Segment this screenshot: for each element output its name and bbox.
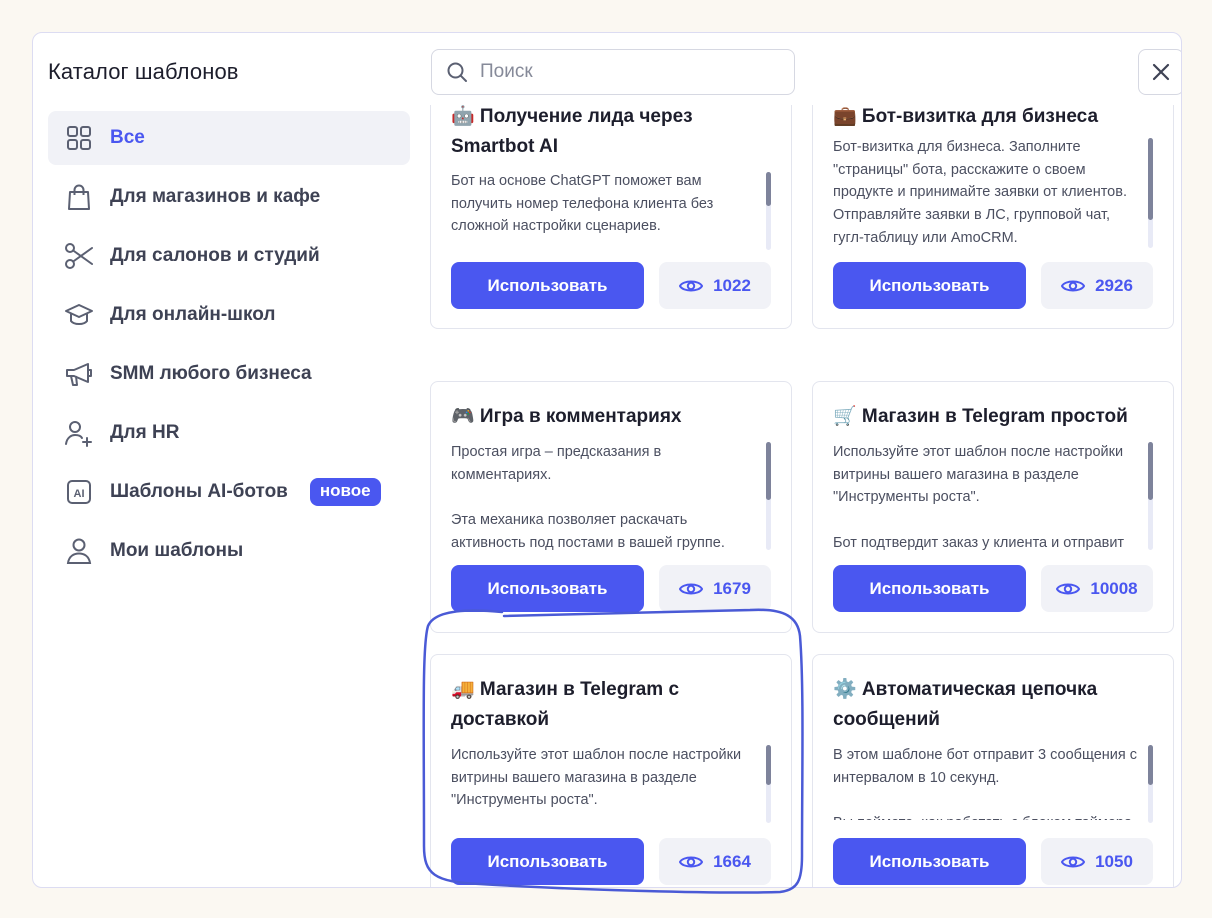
card-scrollbar[interactable] (766, 172, 771, 250)
views-count: 1050 (1095, 851, 1133, 871)
use-template-button[interactable]: Использовать (451, 838, 644, 885)
card-description: Используйте этот шаблон после настройки … (451, 747, 742, 809)
card-description: В этом шаблоне бот отправит 3 сообщения … (833, 747, 1138, 820)
views-counter: 10008 (1041, 565, 1153, 612)
views-counter: 1664 (659, 838, 771, 885)
sidebar-item-label: Для онлайн-школ (110, 304, 276, 325)
sidebar-item-label: Все (110, 127, 145, 148)
use-template-button[interactable]: Использовать (833, 262, 1026, 309)
card-scrollbar[interactable] (766, 442, 771, 550)
scissors-icon (64, 241, 94, 271)
views-counter: 1679 (659, 565, 771, 612)
eye-icon (679, 280, 704, 291)
use-template-button[interactable]: Использовать (451, 262, 644, 309)
scroll-thumb (1148, 442, 1153, 500)
views-counter: 1050 (1041, 838, 1153, 885)
modal-title: Каталог шаблонов (48, 59, 239, 84)
eye-icon (679, 583, 704, 594)
card-title: 🤖 Получение лида через Smartbot AI (451, 106, 693, 157)
ai-icon: AI (64, 477, 94, 507)
sidebar-item-label: Для HR (110, 422, 180, 443)
card-description: Простая игра – предсказания в комментари… (451, 444, 725, 551)
shopping-bag-icon (64, 182, 94, 212)
template-card: 🎮 Игра в комментариях Простая игра – пре… (430, 381, 792, 633)
search-box[interactable] (431, 49, 795, 95)
template-card: 💼 Бот-визитка для бизнеса Бот-визитка дл… (812, 105, 1174, 329)
card-scrollbar[interactable] (1148, 138, 1153, 248)
card-title: 💼 Бот-визитка для бизнеса (833, 106, 1099, 127)
sidebar-item-label: Шаблоны AI-ботов (110, 481, 288, 502)
megaphone-icon (64, 359, 94, 389)
eye-icon (1061, 856, 1086, 867)
card-scrollbar[interactable] (766, 745, 771, 823)
template-card: 🛒 Магазин в Telegram простой Используйте… (812, 381, 1174, 633)
card-description: Бот-визитка для бизнеса. Заполните "стра… (833, 139, 1127, 246)
card-title: 🎮 Игра в комментариях (451, 406, 682, 427)
use-template-button[interactable]: Использовать (451, 565, 644, 612)
sidebar-item-shops-cafes[interactable]: Для магазинов и кафе (48, 170, 410, 224)
card-title: 🛒 Магазин в Telegram простой (833, 406, 1128, 427)
search-icon (447, 62, 467, 82)
scroll-thumb (766, 745, 771, 785)
views-counter: 2926 (1041, 262, 1153, 309)
views-counter: 1022 (659, 262, 771, 309)
views-count: 1022 (713, 275, 751, 295)
eye-icon (1056, 583, 1081, 594)
template-card: 🤖 Получение лида через Smartbot AI Бот н… (430, 105, 792, 329)
card-description: Бот на основе ChatGPT поможет вам получи… (451, 173, 714, 235)
views-count: 1679 (713, 578, 751, 598)
card-description: Используйте этот шаблон после настройки … (833, 444, 1125, 551)
scroll-thumb (766, 442, 771, 500)
close-icon (1152, 63, 1170, 81)
template-grid: 🤖 Получение лида через Smartbot AI Бот н… (413, 105, 1181, 887)
sidebar-item-label: Для магазинов и кафе (110, 186, 321, 207)
views-count: 1664 (713, 851, 751, 871)
sidebar-item-label: Для салонов и студий (110, 245, 320, 266)
sidebar-item-online-schools[interactable]: Для онлайн-школ (48, 288, 410, 342)
template-card: ⚙️ Автоматическая цепочка сообщений В эт… (812, 654, 1174, 887)
sidebar-item-ai-bots[interactable]: AI Шаблоны AI-ботов новое (48, 465, 410, 519)
category-sidebar: Все Для магазинов и кафе Для салонов и с… (48, 111, 410, 583)
sidebar-item-salons-studios[interactable]: Для салонов и студий (48, 229, 410, 283)
card-scrollbar[interactable] (1148, 745, 1153, 823)
views-count: 10008 (1090, 578, 1138, 598)
svg-text:AI: AI (74, 488, 85, 500)
new-badge: новое (309, 478, 381, 506)
graduation-cap-icon (64, 300, 94, 330)
grid-icon (64, 123, 94, 153)
sidebar-item-label: Мои шаблоны (110, 540, 244, 561)
use-template-button[interactable]: Использовать (833, 565, 1026, 612)
card-title: ⚙️ Автоматическая цепочка сообщений (833, 679, 1098, 730)
scroll-thumb (1148, 745, 1153, 785)
user-icon (64, 536, 94, 566)
template-card: 🚚 Магазин в Telegram с доставкой Использ… (430, 654, 792, 887)
close-button[interactable] (1138, 49, 1181, 95)
views-count: 2926 (1095, 275, 1133, 295)
sidebar-item-smm[interactable]: SMM любого бизнеса (48, 347, 410, 401)
sidebar-item-hr[interactable]: Для HR (48, 406, 410, 460)
use-template-button[interactable]: Использовать (833, 838, 1026, 885)
search-input[interactable] (478, 60, 782, 84)
scroll-thumb (1148, 138, 1153, 220)
template-catalog-modal: Каталог шаблонов Все (32, 32, 1182, 888)
eye-icon (679, 856, 704, 867)
scroll-thumb (766, 172, 771, 206)
card-title: 🚚 Магазин в Telegram с доставкой (451, 679, 680, 730)
user-plus-icon (64, 418, 94, 448)
sidebar-item-label: SMM любого бизнеса (110, 363, 312, 384)
eye-icon (1061, 280, 1086, 291)
sidebar-item-all[interactable]: Все (48, 111, 410, 165)
card-scrollbar[interactable] (1148, 442, 1153, 550)
sidebar-item-my-templates[interactable]: Мои шаблоны (48, 524, 410, 578)
